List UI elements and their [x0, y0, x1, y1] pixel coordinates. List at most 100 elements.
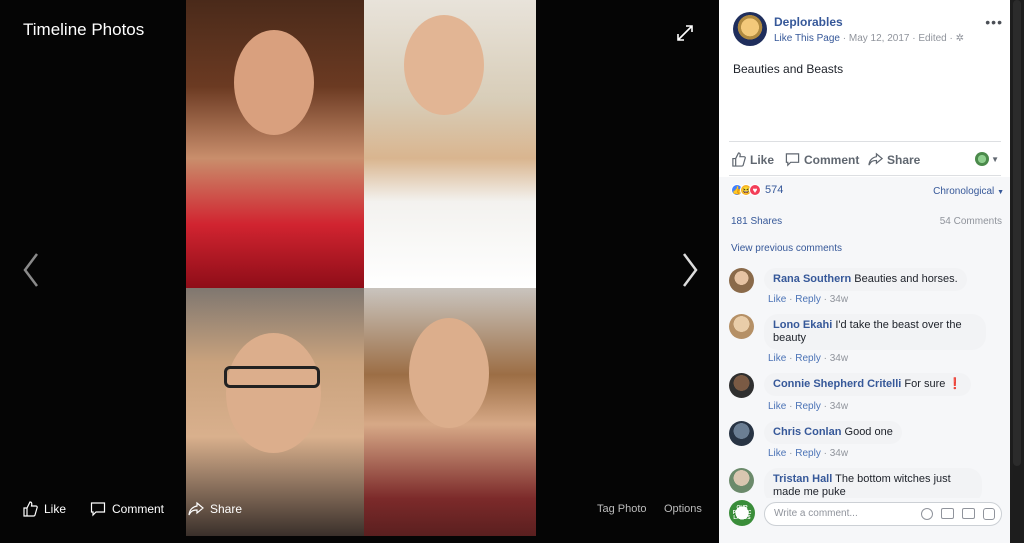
comment-composer: OUR PUBLIC LANDS Write a comment...: [729, 500, 1004, 528]
comments-count[interactable]: 54 Comments: [940, 216, 1002, 227]
camera-icon[interactable]: [941, 508, 954, 519]
commenter-name[interactable]: Chris Conlan: [773, 426, 841, 438]
photo-like-label: Like: [44, 502, 67, 516]
comment-bubble: Rana Southern Beauties and horses.: [764, 268, 967, 291]
comment-item: Tristan Hall The bottom witches just mad…: [729, 468, 1004, 498]
comment-reply-link[interactable]: Reply: [795, 448, 821, 459]
post-header: Deplorables Like This Page · May 12, 201…: [733, 12, 1003, 48]
post-share-label: Share: [887, 152, 921, 167]
comment-bubble: Chris Conlan Good one: [764, 421, 902, 444]
panel-scrollbar[interactable]: [1010, 0, 1024, 543]
comment-input[interactable]: Write a comment...: [764, 502, 1002, 526]
photo-toolbar: Like Comment Share Tag Photo Options: [0, 495, 719, 525]
thumbs-up-icon: [23, 501, 38, 517]
love-reaction-icon: ♥: [749, 184, 761, 196]
photo[interactable]: [186, 0, 536, 536]
comment-icon: [785, 153, 800, 167]
comment-meta: Like · Reply · 34w: [768, 294, 849, 305]
post-comment-label: Comment: [804, 152, 860, 167]
comment-icon: [90, 502, 106, 517]
post-like-button[interactable]: Like: [731, 152, 774, 167]
previous-photo-arrow-icon[interactable]: [19, 250, 43, 290]
post-text: Beauties and Beasts: [733, 62, 844, 76]
comment-time[interactable]: 34w: [830, 401, 848, 412]
commenter-name[interactable]: Rana Southern: [773, 273, 851, 285]
sort-dropdown[interactable]: Chronological ▼: [933, 186, 1004, 197]
post-panel: Deplorables Like This Page · May 12, 201…: [719, 0, 1010, 543]
post-date[interactable]: May 12, 2017: [849, 33, 910, 44]
photo-viewer: Timeline Photos Like Comment Share Tag P…: [0, 0, 719, 543]
thumbs-up-icon: [732, 152, 746, 167]
comment-item: Connie Shepherd Critelli For sure ❗ Like…: [729, 373, 1004, 417]
user-avatar[interactable]: OUR PUBLIC LANDS: [729, 500, 755, 526]
caret-down-icon: ▼: [991, 154, 999, 164]
commenter-name[interactable]: Connie Shepherd Critelli: [773, 378, 901, 390]
more-options-icon[interactable]: •••: [985, 14, 1003, 30]
post-like-label: Like: [750, 152, 775, 167]
comment-meta: Like · Reply · 34w: [768, 401, 849, 412]
commenter-name[interactable]: Tristan Hall: [773, 473, 832, 485]
comment-meta: Like · Reply · 34w: [768, 448, 849, 459]
photo-share-button[interactable]: Share: [188, 501, 242, 517]
commenter-avatar[interactable]: [729, 373, 754, 398]
comment-meta: Like · Reply · 34w: [768, 353, 849, 364]
comment-like-link[interactable]: Like: [768, 401, 786, 412]
comment-reply-link[interactable]: Reply: [795, 401, 821, 412]
post-actions: Like Comment Share ▼: [731, 150, 1001, 170]
share-icon: [188, 501, 204, 516]
audience-selector[interactable]: ▼: [975, 152, 999, 166]
sticker-icon[interactable]: [983, 508, 995, 520]
photo-quadrant: [364, 0, 536, 288]
like-page-link[interactable]: Like This Page: [774, 33, 840, 44]
comment-like-link[interactable]: Like: [768, 448, 786, 459]
comment-bubble: Tristan Hall The bottom witches just mad…: [764, 468, 982, 498]
comment-reply-link[interactable]: Reply: [795, 294, 821, 305]
comment-text: Beauties and horses.: [854, 273, 958, 285]
photo-like-button[interactable]: Like: [22, 501, 66, 517]
commenter-name[interactable]: Lono Ekahi: [773, 319, 832, 331]
photo-quadrant: [186, 0, 364, 288]
comment-time[interactable]: 34w: [830, 353, 848, 364]
shares-link[interactable]: 181 Shares: [731, 216, 782, 227]
share-icon: [868, 152, 883, 166]
globe-icon: ✲: [955, 33, 964, 44]
page-avatar[interactable]: [733, 12, 767, 46]
view-previous-comments-link[interactable]: View previous comments: [731, 243, 842, 254]
comment-item: Chris Conlan Good one Like · Reply · 34w: [729, 421, 1004, 465]
page-name[interactable]: Deplorables: [774, 15, 843, 29]
options-button[interactable]: Options: [664, 503, 702, 515]
sort-label: Chronological: [933, 186, 995, 197]
comment-time[interactable]: 34w: [830, 294, 848, 305]
comment-time[interactable]: 34w: [830, 448, 848, 459]
post-comment-button[interactable]: Comment: [785, 152, 859, 167]
commenter-avatar[interactable]: [729, 421, 754, 446]
comment-bubble: Connie Shepherd Critelli For sure ❗: [764, 373, 972, 396]
comment-like-link[interactable]: Like: [768, 353, 786, 364]
commenter-avatar[interactable]: [729, 468, 754, 493]
composer-icons: [921, 508, 995, 520]
emoji-icon[interactable]: [921, 508, 933, 520]
photo-comment-button[interactable]: Comment: [90, 501, 164, 517]
caret-down-icon: ▼: [997, 189, 1004, 196]
gif-icon[interactable]: [962, 508, 975, 519]
edited-label[interactable]: Edited: [918, 33, 946, 44]
globe-avatar-icon: [975, 152, 990, 166]
photo-comment-label: Comment: [112, 502, 165, 516]
commenter-avatar[interactable]: [729, 314, 754, 339]
next-photo-arrow-icon[interactable]: [678, 250, 702, 290]
comment-bubble: Lono Ekahi I'd take the beast over the b…: [764, 314, 986, 350]
tag-photo-button[interactable]: Tag Photo: [597, 503, 647, 515]
divider: [729, 175, 1001, 176]
expand-icon[interactable]: [676, 24, 694, 42]
comment-text: For sure ❗: [904, 378, 963, 390]
post-meta: Like This Page · May 12, 2017 · Edited ·…: [774, 33, 964, 44]
scrollbar-thumb[interactable]: [1013, 0, 1021, 466]
comment-reply-link[interactable]: Reply: [795, 353, 821, 364]
reactions-summary[interactable]: 👍 😆 ♥ 574: [731, 184, 783, 196]
comment-like-link[interactable]: Like: [768, 294, 786, 305]
comment-input-placeholder: Write a comment...: [774, 508, 858, 519]
comment-text: Good one: [844, 426, 893, 438]
divider: [729, 141, 1001, 142]
post-share-button[interactable]: Share: [868, 152, 920, 167]
commenter-avatar[interactable]: [729, 268, 754, 293]
